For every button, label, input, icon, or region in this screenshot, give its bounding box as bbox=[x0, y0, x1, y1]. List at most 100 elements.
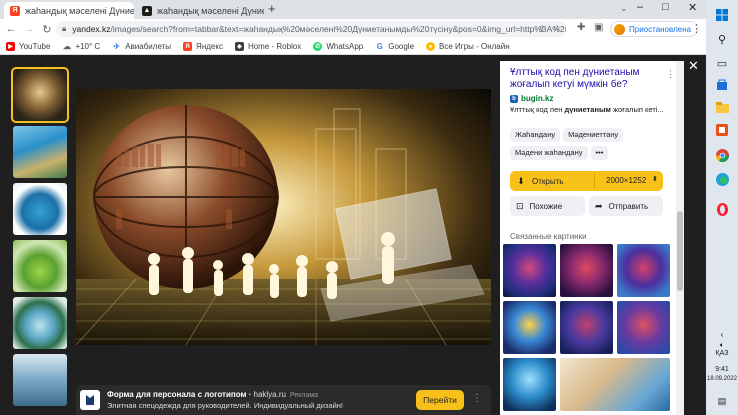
scrollbar-thumb[interactable] bbox=[677, 211, 683, 291]
windows-taskbar: ⚲ ▭ ‹ 🔈︎ ҚАЗ 9:41 18.09.2022 ▤ bbox=[706, 0, 738, 415]
bookmark-yandex[interactable]: Я Яндекс bbox=[183, 42, 223, 51]
back-icon[interactable]: ← bbox=[2, 23, 20, 35]
bookmark-label: YouTube bbox=[19, 42, 51, 51]
related-image[interactable] bbox=[617, 301, 670, 354]
minimize-button[interactable]: – bbox=[637, 1, 643, 13]
bookmark-label: Яндекс bbox=[196, 42, 223, 51]
image-info-panel: Ұлттық код пен дүниетаным жоғалып кетуі … bbox=[500, 61, 684, 415]
thumbnail[interactable] bbox=[13, 126, 67, 178]
notifications-icon[interactable]: ▤ bbox=[706, 396, 738, 407]
profile-button[interactable]: Приостановлена bbox=[610, 21, 699, 37]
new-tab-button[interactable]: + bbox=[268, 2, 276, 16]
tag-chip[interactable]: Мәдени жаһандану bbox=[510, 146, 588, 160]
ad-more-icon[interactable]: ⋮ bbox=[472, 393, 482, 404]
microsoft-store-icon[interactable] bbox=[715, 78, 729, 92]
tab-inactive[interactable]: ▲ жаһандық мәселені Дүниетаны ✕ bbox=[136, 2, 264, 19]
related-image[interactable] bbox=[503, 244, 556, 297]
tab-search-chevron-icon[interactable]: ⌄ bbox=[620, 3, 628, 14]
related-image[interactable] bbox=[503, 358, 556, 411]
google-icon: G bbox=[375, 42, 385, 51]
avatar bbox=[614, 23, 625, 35]
open-label: Открыть bbox=[532, 176, 564, 186]
bookmark-youtube[interactable]: ▶ YouTube bbox=[6, 42, 50, 51]
tag-chip[interactable]: Мәдениеттану bbox=[563, 128, 624, 142]
tag-list: Жаһандану Мәдениеттану Мәдени жаһандану ••… bbox=[510, 128, 680, 164]
maximize-button[interactable]: □ bbox=[662, 1, 669, 13]
bookmark-label: +10° C bbox=[75, 42, 101, 51]
task-view-icon[interactable]: ▭ bbox=[715, 56, 729, 70]
close-viewer-icon[interactable]: ✕ bbox=[688, 58, 699, 74]
tab-active[interactable]: Я жаһандық мәселені Дүниетаны ✕ bbox=[4, 2, 134, 19]
forward-icon[interactable]: → bbox=[20, 23, 38, 35]
panel-more-icon[interactable]: ⋮ bbox=[666, 69, 675, 80]
search-icon[interactable]: ⚲ bbox=[715, 32, 729, 46]
bookmarks-bar: ▶ YouTube ☁ +10° C ✈ Авиабилеты Я Яндекс ◆ Ho… bbox=[0, 39, 706, 55]
panel-scrollbar[interactable] bbox=[676, 61, 684, 415]
speaker-icon[interactable]: 🔈︎ bbox=[706, 342, 738, 350]
globe-of-books-illustration bbox=[76, 89, 491, 345]
advertisement-banner[interactable]: Форма для персонала с логотипом · haklya… bbox=[76, 385, 491, 415]
source-link[interactable]: b bugin.kz bbox=[510, 94, 553, 103]
image-size-select[interactable]: 2000×1252 bbox=[606, 176, 646, 185]
share-icon[interactable]: ⇪ bbox=[538, 24, 546, 35]
browser-menu-icon[interactable]: ⋮ bbox=[691, 22, 702, 35]
tab-title: жаһандық мәселені Дүниетаны bbox=[25, 5, 134, 16]
file-explorer-icon[interactable] bbox=[715, 100, 729, 114]
windows-start-icon[interactable] bbox=[715, 8, 729, 22]
ad-text: Элитная спецодежда для руководителей. Ин… bbox=[107, 401, 343, 410]
reload-icon[interactable]: ↻ bbox=[38, 23, 56, 36]
similar-button[interactable]: ⊡ Похожие bbox=[510, 196, 585, 216]
snippet-post: жоғалып кеті... bbox=[610, 105, 664, 114]
clock-date[interactable]: 18.09.2022 bbox=[706, 376, 738, 382]
thumbnail[interactable] bbox=[13, 183, 67, 235]
bookmark-whatsapp[interactable]: ✆ WhatsApp bbox=[313, 42, 363, 51]
bookmark-label: Google bbox=[388, 42, 415, 51]
tray-chevron-icon[interactable]: ‹ bbox=[706, 330, 738, 339]
bookmark-star-icon[interactable]: ☆ bbox=[553, 23, 561, 34]
page-title-link[interactable]: Ұлттық код пен дүниетаным жоғалып кетуі … bbox=[510, 67, 660, 91]
source-favicon-icon: b bbox=[510, 94, 518, 103]
ad-go-button[interactable]: Перейти bbox=[416, 390, 464, 410]
main-image[interactable] bbox=[76, 89, 491, 345]
related-image[interactable] bbox=[503, 301, 556, 354]
browser-toolbar: ← → ↻ 🔒︎ yandex.kz/images/search?from=ta… bbox=[0, 19, 706, 39]
related-image[interactable] bbox=[617, 244, 670, 297]
open-image-button[interactable]: ⬇ Открыть 2000×1252 ⬍ bbox=[510, 171, 663, 191]
edge-icon[interactable] bbox=[715, 172, 729, 186]
clock-time[interactable]: 9:41 bbox=[706, 366, 738, 373]
bookmark-label: Home - Roblox bbox=[247, 42, 302, 51]
bookmark-google[interactable]: G Google bbox=[375, 42, 414, 51]
related-image[interactable] bbox=[560, 358, 670, 411]
related-image[interactable] bbox=[560, 244, 613, 297]
tab-strip: Я жаһандық мәселені Дүниетаны ✕ ▲ жаһанд… bbox=[0, 0, 706, 19]
thumbnail-strip bbox=[11, 67, 69, 411]
plane-icon: ✈ bbox=[112, 42, 122, 51]
ad-tag: Реклама bbox=[289, 392, 319, 399]
opera-icon[interactable] bbox=[715, 202, 729, 216]
chrome-icon[interactable] bbox=[715, 148, 729, 162]
similar-label: Похожие bbox=[529, 201, 563, 211]
tag-chip[interactable]: Жаһандану bbox=[510, 128, 561, 142]
address-bar[interactable]: 🔒︎ yandex.kz/images/search?from=tabbar&t… bbox=[56, 21, 566, 37]
divider bbox=[594, 174, 595, 188]
office-icon[interactable] bbox=[715, 123, 729, 137]
address-path: /images/search?from=tabbar&text=жаһандық… bbox=[110, 24, 566, 34]
related-image[interactable] bbox=[560, 301, 613, 354]
thumbnail[interactable] bbox=[13, 354, 67, 406]
bookmark-weather[interactable]: ☁ +10° C bbox=[62, 42, 100, 51]
share-arrow-icon: ➦ bbox=[595, 200, 603, 211]
bookmark-roblox[interactable]: ◆ Home - Roblox bbox=[234, 42, 302, 51]
close-window-button[interactable]: ✕ bbox=[688, 1, 697, 14]
thumbnail[interactable] bbox=[13, 297, 67, 349]
bookmark-avia[interactable]: ✈ Авиабилеты bbox=[112, 42, 171, 51]
side-panel-icon[interactable]: ▣ bbox=[594, 22, 603, 33]
extensions-icon[interactable]: ✚ bbox=[577, 22, 585, 33]
share-button[interactable]: ➦ Отправить bbox=[589, 196, 663, 216]
whatsapp-icon: ✆ bbox=[313, 42, 323, 51]
thumbnail-selected[interactable] bbox=[11, 67, 69, 123]
send-label: Отправить bbox=[608, 201, 649, 211]
tags-more-button[interactable]: ••• bbox=[590, 146, 609, 160]
bookmark-games[interactable]: ● Все Игры - Онлайн bbox=[426, 42, 510, 51]
thumbnail[interactable] bbox=[13, 240, 67, 292]
keyboard-language[interactable]: ҚАЗ bbox=[706, 350, 738, 357]
